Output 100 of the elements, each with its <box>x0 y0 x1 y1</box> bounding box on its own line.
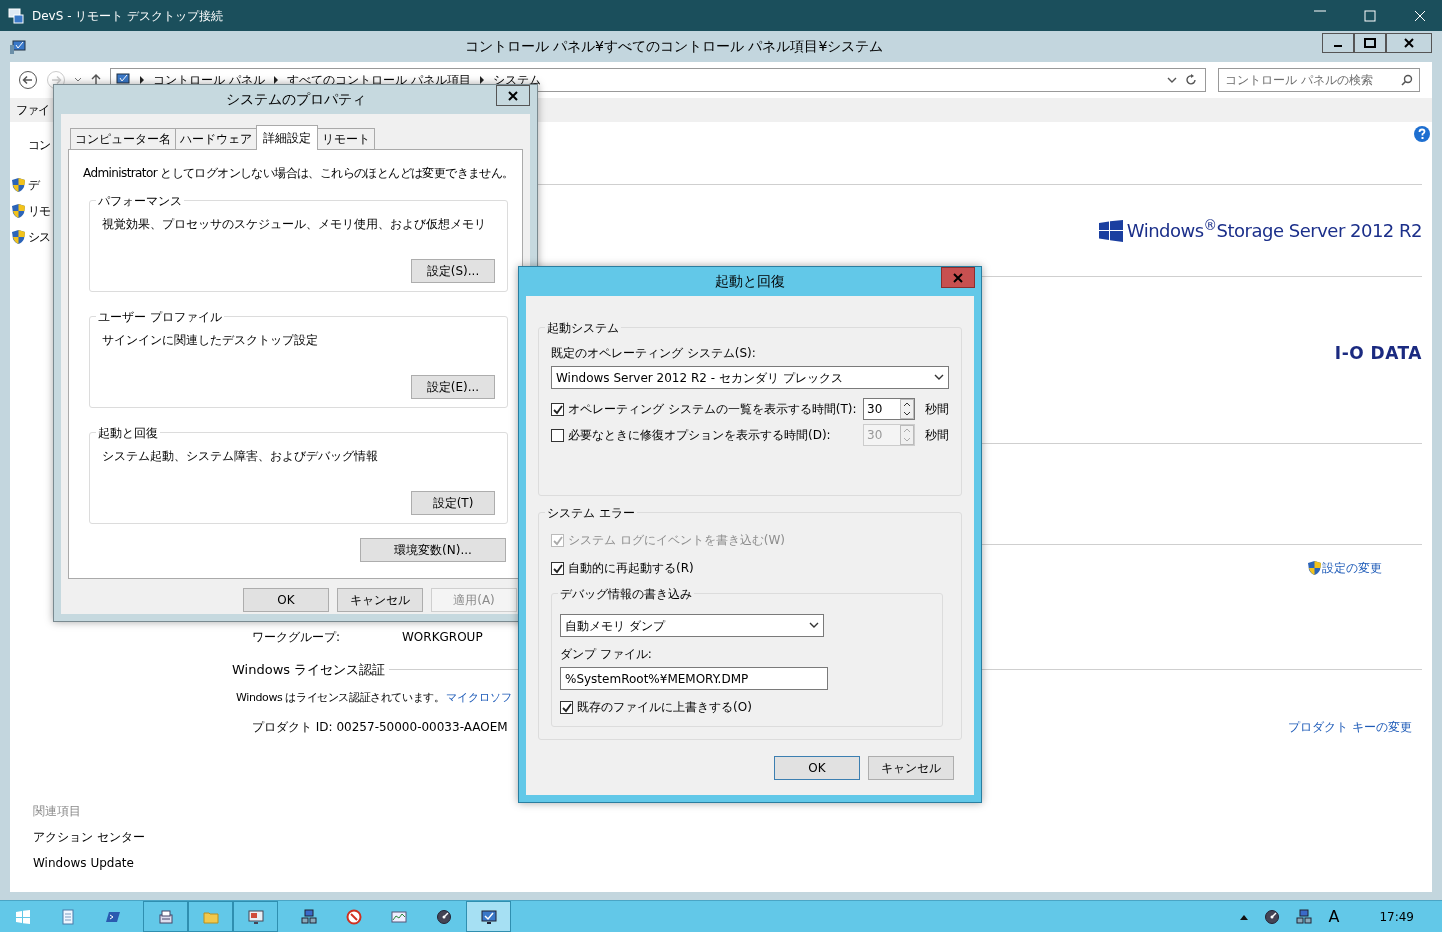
close-icon <box>508 90 518 101</box>
field-label: ワークグループ: <box>252 629 342 646</box>
network-icon <box>300 908 317 925</box>
sidebar-link[interactable]: リモ <box>28 202 50 220</box>
check-icon <box>551 534 564 546</box>
environment-variables-button[interactable]: 環境変数(N)... <box>360 538 506 562</box>
unit-label: 秒間 <box>925 427 949 444</box>
search-icon <box>1401 74 1413 86</box>
close-icon[interactable] <box>1414 9 1426 22</box>
number-field[interactable]: 30 <box>863 398 915 420</box>
close-button[interactable] <box>1386 32 1432 53</box>
checkbox-label[interactable]: オペレーティング システムの一覧を表示する時間(T): <box>568 400 859 418</box>
notice-text: Administrator としてログオンしない場合は、これらのほとんどは変更できません。 <box>83 165 508 182</box>
taskbar-button[interactable] <box>143 901 188 932</box>
sidebar-link[interactable]: Windows Update <box>33 854 232 872</box>
group-title: デバッグ情報の書き込み <box>558 585 694 603</box>
dropdown[interactable]: 自動メモリ ダンプ <box>560 614 824 637</box>
taskbar-button[interactable] <box>466 901 511 932</box>
dialog-title: 起動と回復 <box>715 272 785 291</box>
checkbox[interactable] <box>551 561 564 575</box>
document-icon <box>59 908 76 925</box>
tab[interactable]: 詳細設定 <box>256 125 318 150</box>
maximize-button[interactable] <box>1354 32 1386 53</box>
chevron-icon <box>272 76 279 84</box>
taskbar-button[interactable] <box>233 901 278 932</box>
minimize-icon <box>1334 44 1342 47</box>
maximize-icon[interactable] <box>1364 9 1376 22</box>
group-description: システム起動、システム障害、およびデバッグ情報 <box>102 448 379 465</box>
remote-desktop-icon <box>8 7 24 24</box>
system-icon <box>115 73 131 87</box>
checkbox-label[interactable]: 既存のファイルに上書きする(O) <box>577 698 752 716</box>
check-icon <box>560 701 573 713</box>
link[interactable]: マイクロソフ <box>446 689 513 706</box>
field-value: WORKGROUP <box>402 629 483 646</box>
menu-item[interactable]: ファイ <box>16 101 49 119</box>
close-icon <box>1401 35 1417 50</box>
window-title: コントロール パネル¥すべてのコントロール パネル項目¥システム <box>463 37 885 56</box>
settings-button[interactable]: 設定(T) <box>411 491 495 515</box>
sidebar-link[interactable]: デ <box>28 176 39 194</box>
dialog-button[interactable]: OK <box>774 756 860 780</box>
settings-button[interactable]: 設定(E)... <box>411 375 495 399</box>
dropdown[interactable]: Windows Server 2012 R2 - セカンダリ プレックス <box>551 366 949 389</box>
caret-icon <box>934 374 944 381</box>
no-sign-icon <box>345 908 362 925</box>
minimize-button[interactable] <box>1322 32 1354 53</box>
windows-flag-icon <box>1098 219 1123 242</box>
dropdown-icon[interactable] <box>1167 76 1177 84</box>
unit-label: 秒間 <box>925 401 949 418</box>
network-icon[interactable] <box>1296 908 1313 925</box>
section-heading: 関連項目 <box>33 803 82 820</box>
product-id: プロダクト ID: 00257-50000-00033-AAOEM <box>252 719 508 736</box>
dropdown-icon[interactable] <box>74 77 82 83</box>
group-title: 起動システム <box>545 319 621 337</box>
dialog-button[interactable]: OK <box>243 588 329 612</box>
close-button[interactable] <box>496 85 530 106</box>
monitor-icon <box>247 908 264 925</box>
checkbox-label[interactable]: 自動的に再起動する(R) <box>568 559 694 577</box>
check-icon <box>551 403 564 415</box>
product-logo: Windows$^{®}$Storage Server 2012 R2 <box>1126 217 1422 243</box>
start-icon <box>14 908 31 925</box>
caret-icon <box>809 622 819 629</box>
group-title: 起動と回復 <box>96 424 160 442</box>
refresh-icon[interactable] <box>1185 74 1197 86</box>
change-settings-link[interactable]: 設定の変更 <box>1307 559 1382 577</box>
back-icon[interactable] <box>18 70 38 90</box>
checkbox[interactable] <box>551 402 564 416</box>
minimize-icon[interactable] <box>1314 9 1326 12</box>
ime-indicator[interactable]: A <box>1328 904 1340 929</box>
field-label: ダンプ ファイル: <box>560 646 653 663</box>
dialog-button[interactable]: キャンセル <box>868 756 954 780</box>
product-key-link[interactable]: プロダクト キーの変更 <box>1288 718 1412 736</box>
up-caret-icon[interactable] <box>1240 913 1249 920</box>
spin-arrows-icon[interactable] <box>900 399 914 419</box>
clock[interactable]: 17:49 <box>1379 907 1414 926</box>
license-status: Windows はライセンス認証されています。 <box>236 689 445 706</box>
checkbox-label[interactable]: 必要なときに修復オプションを表示する時間(D): <box>568 426 859 444</box>
field-label: 既定のオペレーティング システム(S): <box>551 345 757 362</box>
dialog-title: システムのプロパティ <box>225 90 366 109</box>
shield-icon <box>1307 560 1322 576</box>
printer-icon <box>157 908 174 925</box>
sidebar-link[interactable]: シス <box>28 228 50 246</box>
dialog-button[interactable]: キャンセル <box>337 588 423 612</box>
checkbox[interactable] <box>551 428 564 442</box>
settings-button[interactable]: 設定(S)... <box>411 259 495 283</box>
input-field[interactable]: %SystemRoot%¥MEMORY.DMP <box>560 667 828 690</box>
tab[interactable]: コンピューター名 <box>70 128 176 149</box>
check-icon <box>551 562 564 574</box>
tab[interactable]: リモート <box>317 128 375 149</box>
gauge-icon[interactable] <box>1264 908 1281 925</box>
maximize-icon <box>1362 35 1378 50</box>
system-icon <box>10 38 26 55</box>
gauge-icon <box>435 908 452 925</box>
checkbox[interactable] <box>560 700 573 714</box>
search-field[interactable]: コントロール パネルの検索 <box>1218 68 1420 92</box>
help-icon[interactable] <box>1414 126 1430 142</box>
vendor-logo: I-O DATA <box>1334 342 1422 363</box>
group-title: ユーザー プロファイル <box>96 308 224 326</box>
monitor-check-icon <box>480 908 497 925</box>
chevron-icon <box>139 76 145 84</box>
sidebar-link[interactable]: アクション センター <box>33 828 232 846</box>
